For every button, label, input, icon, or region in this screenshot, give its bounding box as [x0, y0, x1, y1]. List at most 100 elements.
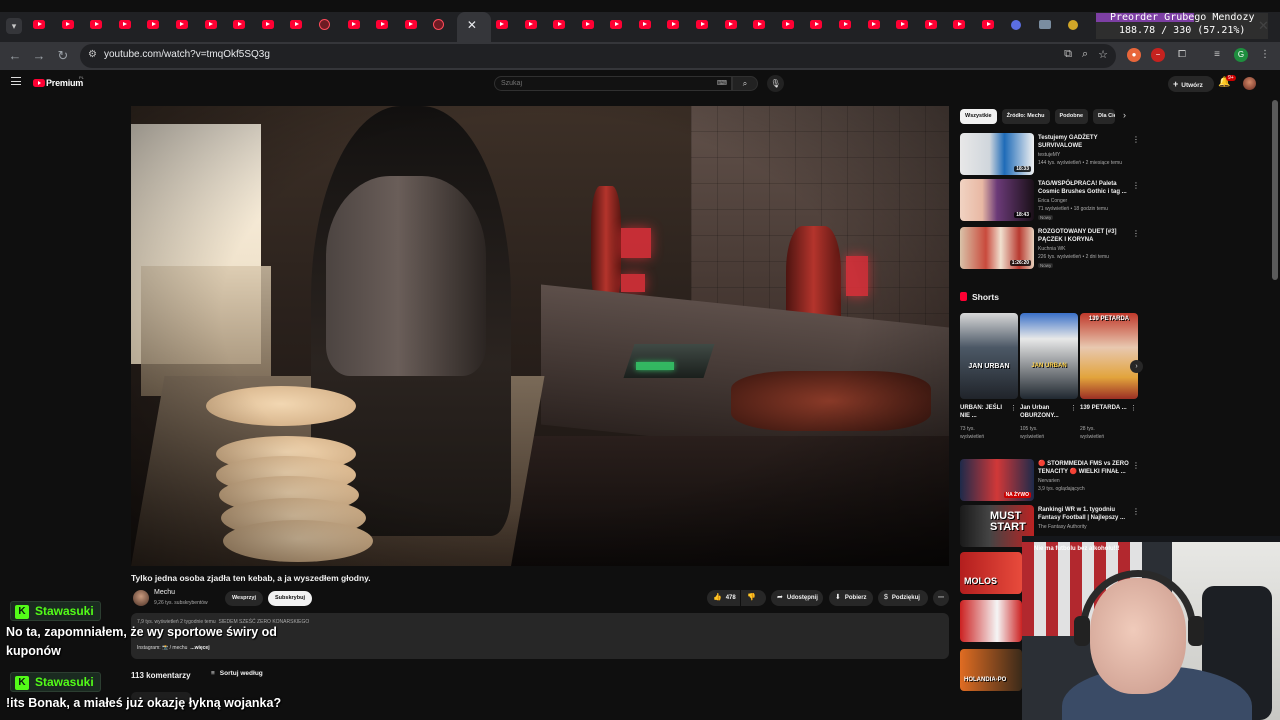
- short-title[interactable]: URBAN: JEŚLI NIE ...: [960, 404, 1008, 420]
- browser-tab[interactable]: [28, 12, 57, 42]
- install-app-icon[interactable]: ⧉: [1064, 48, 1072, 61]
- browser-tab[interactable]: [891, 12, 920, 42]
- short-item[interactable]: JAN URBAN URBAN: JEŚLI NIE ... 73 tys. w…: [960, 313, 1018, 448]
- browser-tab[interactable]: [314, 12, 343, 42]
- browser-tab[interactable]: [977, 12, 1006, 42]
- recommended-channel[interactable]: testujeMY: [1038, 152, 1060, 158]
- video-thumbnail[interactable]: 18:43: [960, 179, 1034, 221]
- chip-all[interactable]: Wszystkie: [960, 109, 997, 124]
- search-input[interactable]: [501, 78, 711, 89]
- bookmark-star-icon[interactable]: ☆: [1098, 48, 1108, 61]
- profile-avatar[interactable]: G: [1234, 48, 1248, 62]
- video-player[interactable]: [131, 106, 949, 566]
- address-bar[interactable]: ⚙ youtube.com/watch?v=tmqOkf5SQ3g ⧉ ⌕ ☆: [80, 44, 1116, 68]
- video-thumbnail[interactable]: 18:33: [960, 133, 1034, 175]
- recommended-channel[interactable]: Erica Conger: [1038, 198, 1067, 204]
- recommended-video[interactable]: NA ŻYWO 🔴 STORMMEDIA FMS vs ZERO TENACIT…: [960, 459, 1140, 503]
- browser-tab[interactable]: [520, 12, 549, 42]
- browser-tab[interactable]: [634, 12, 663, 42]
- browser-tab[interactable]: [1006, 12, 1035, 42]
- account-avatar[interactable]: [1243, 77, 1256, 90]
- recommended-video[interactable]: 18:33 Testujemy GADŻETY SURVIVALOWE test…: [960, 133, 1140, 177]
- browser-tab[interactable]: [1034, 12, 1063, 42]
- youtube-premium-logo[interactable]: Premium: [46, 78, 83, 88]
- video-thumbnail[interactable]: NA ŻYWO: [960, 459, 1034, 501]
- hamburger-menu-icon[interactable]: [11, 77, 21, 85]
- browser-tab[interactable]: [805, 12, 834, 42]
- browser-tab-active[interactable]: ✕: [456, 12, 491, 42]
- browser-tab[interactable]: [577, 12, 606, 42]
- browser-tab[interactable]: [491, 12, 520, 42]
- browser-tab[interactable]: [343, 12, 372, 42]
- recommended-channel[interactable]: Kuchnia WK: [1038, 246, 1066, 252]
- browser-tab[interactable]: [428, 12, 457, 42]
- browser-tab[interactable]: [691, 12, 720, 42]
- recommended-channel[interactable]: Nervarien: [1038, 478, 1060, 484]
- search-box[interactable]: ⌨: [494, 76, 732, 91]
- short-thumbnail[interactable]: 139 PETARDA: [1080, 313, 1138, 399]
- browser-tab[interactable]: [285, 12, 314, 42]
- search-button[interactable]: ⌕: [732, 76, 758, 91]
- browser-tab[interactable]: [748, 12, 777, 42]
- browser-tab[interactable]: [257, 12, 286, 42]
- video-thumbnail[interactable]: MOLOS: [960, 552, 1022, 594]
- chip-related[interactable]: Podobne: [1054, 109, 1089, 124]
- video-thumbnail[interactable]: 1:26:20: [960, 227, 1034, 269]
- browser-tab[interactable]: [720, 12, 749, 42]
- more-options-icon[interactable]: ⋮: [1132, 461, 1140, 470]
- chevron-right-icon[interactable]: ›: [1123, 110, 1126, 120]
- browser-tab[interactable]: [777, 12, 806, 42]
- site-info-icon[interactable]: ⚙: [88, 49, 100, 61]
- blocker-extension-icon[interactable]: −: [1151, 48, 1165, 62]
- browser-tab[interactable]: [605, 12, 634, 42]
- more-options-icon[interactable]: ⋮: [1132, 135, 1140, 144]
- more-options-icon[interactable]: ⋮: [1010, 404, 1017, 412]
- short-title[interactable]: Jan Urban OBURZONY...: [1020, 404, 1068, 420]
- close-tab-icon[interactable]: ✕: [467, 18, 477, 32]
- like-button[interactable]: 👍 478: [707, 590, 740, 606]
- recommended-title[interactable]: 🔴 STORMMEDIA FMS vs ZERO TENACITY 🔴 WIEL…: [1038, 460, 1130, 476]
- browser-tab[interactable]: [948, 12, 977, 42]
- extension-icon[interactable]: ●: [1127, 48, 1141, 62]
- forward-arrow-icon[interactable]: →: [30, 47, 48, 65]
- extensions-puzzle-icon[interactable]: ⧠: [1175, 48, 1189, 62]
- media-controls-icon[interactable]: ≡: [1210, 48, 1224, 62]
- browser-tab[interactable]: [1063, 12, 1092, 42]
- shorts-next-chevron-icon[interactable]: ›: [1130, 360, 1143, 373]
- more-options-icon[interactable]: ⋮: [1132, 229, 1140, 238]
- recommended-channel[interactable]: The Fantasy Authority: [1038, 524, 1087, 530]
- video-thumbnail[interactable]: HOLANDIA-PO: [960, 649, 1022, 691]
- browser-tab[interactable]: [548, 12, 577, 42]
- recommended-title[interactable]: ROZGOTOWANY DUET [#3] PĄCZEK I KORYNA: [1038, 228, 1130, 244]
- more-options-icon[interactable]: ⋮: [1130, 404, 1137, 412]
- tab-search-button[interactable]: ▾: [6, 18, 22, 34]
- short-item[interactable]: 139 PETARDA 139 PETARDA ... 28 tys. wyśw…: [1080, 313, 1138, 448]
- short-thumbnail[interactable]: JAN URBAN: [1020, 313, 1078, 399]
- browser-tab[interactable]: [662, 12, 691, 42]
- reload-icon[interactable]: ↻: [54, 47, 72, 65]
- browser-tab[interactable]: [400, 12, 429, 42]
- browser-tab[interactable]: [200, 12, 229, 42]
- thanks-button[interactable]: $ Podziękuj: [878, 590, 928, 606]
- browser-tab[interactable]: [114, 12, 143, 42]
- short-item[interactable]: JAN URBAN Jan Urban OBURZONY... 105 tys.…: [1020, 313, 1078, 448]
- page-scrollbar[interactable]: [1272, 100, 1278, 280]
- more-options-icon[interactable]: ⋮: [1132, 181, 1140, 190]
- dislike-button[interactable]: 👎: [741, 590, 766, 606]
- more-options-icon[interactable]: ⋮: [1132, 507, 1140, 516]
- recommended-title[interactable]: Testujemy GADŻETY SURVIVALOWE: [1038, 134, 1130, 150]
- more-actions-button[interactable]: ⋯: [933, 590, 949, 606]
- share-button[interactable]: ➦ Udostępnij: [771, 590, 823, 606]
- browser-tab[interactable]: [85, 12, 114, 42]
- video-thumbnail[interactable]: [960, 600, 1022, 642]
- youtube-logo-icon[interactable]: [33, 79, 45, 87]
- browser-tab[interactable]: [142, 12, 171, 42]
- browser-tab[interactable]: [371, 12, 400, 42]
- recommended-video[interactable]: 18:43 TAG/WSPÓŁPRACA! Paleta Cosmic Brus…: [960, 179, 1140, 223]
- browser-tab[interactable]: [920, 12, 949, 42]
- voice-search-button[interactable]: 🎙: [767, 75, 784, 92]
- chip-for-you[interactable]: Dla Ciebie: [1093, 109, 1116, 124]
- browser-tab[interactable]: [171, 12, 200, 42]
- url-text[interactable]: youtube.com/watch?v=tmqOkf5SQ3g: [104, 49, 270, 60]
- zoom-icon[interactable]: ⌕: [1082, 48, 1088, 61]
